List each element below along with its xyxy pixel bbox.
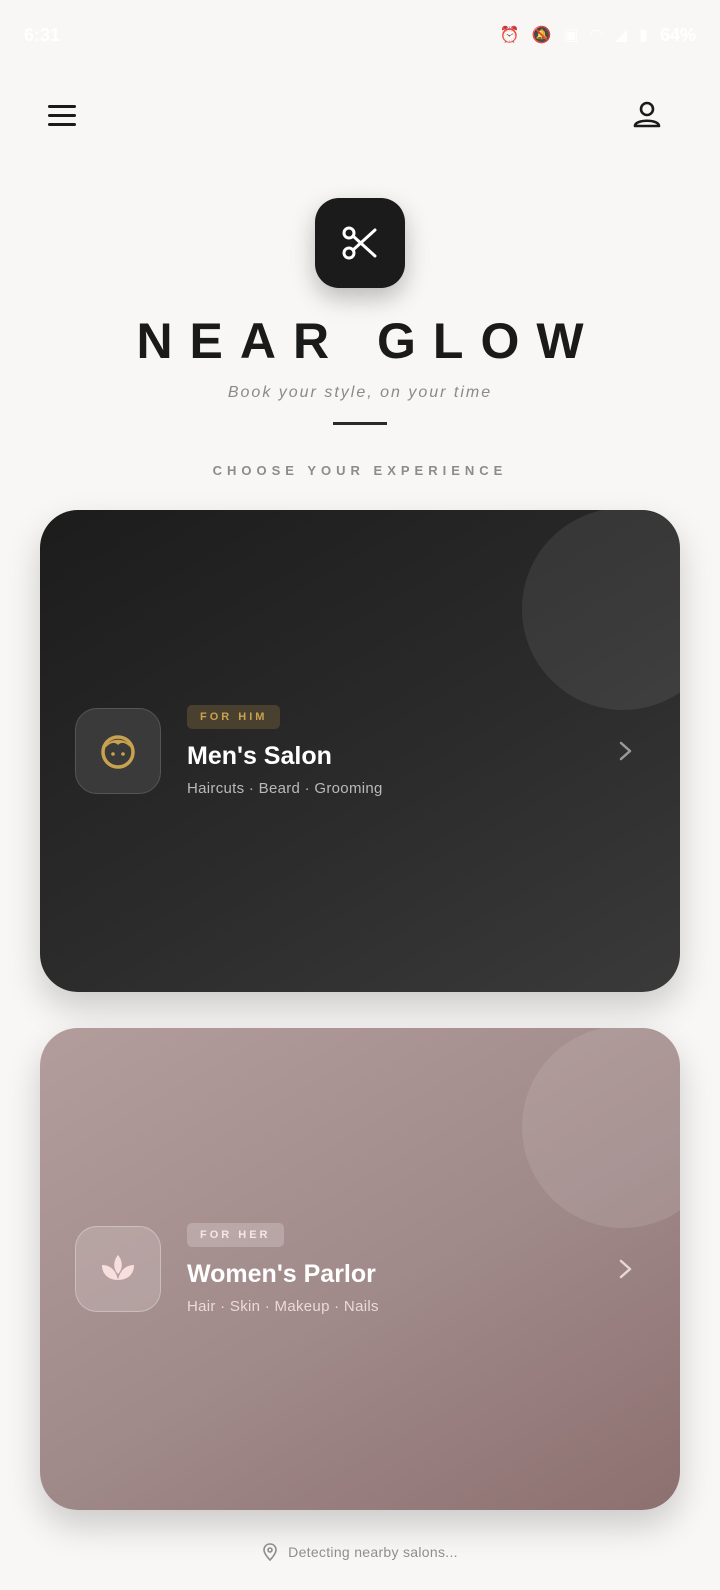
home-screen: 6:31 ⏰ 🔕 ▣ ◠ ◢ ▮ 64% NEAR GLOW Book your…: [0, 0, 720, 1590]
womens-parlor-card[interactable]: FOR HER Women's Parlor Hair · Skin · Mak…: [40, 1028, 680, 1510]
app-name: NEAR GLOW: [136, 313, 601, 369]
chevron-right-icon: [619, 741, 632, 761]
signal-icon: ◢: [614, 27, 628, 44]
app-tagline: Book your style, on your time: [227, 384, 493, 401]
app-logo: [315, 198, 405, 288]
decorative-circle: [522, 510, 680, 710]
hamburger-menu-icon[interactable]: [48, 98, 82, 132]
location-status-text: Detecting nearby salons...: [288, 1544, 458, 1560]
card-subtitle: Haircuts · Beard · Grooming: [187, 780, 383, 797]
card-subtitle: Hair · Skin · Makeup · Nails: [187, 1298, 379, 1315]
mens-icon-box: [75, 708, 161, 794]
status-icons: ⏰ 🔕 ▣ ◠ ◢ ▮ 64%: [500, 25, 696, 46]
card-tag: FOR HER: [187, 1223, 284, 1247]
person-icon[interactable]: [630, 98, 664, 132]
lotus-icon: [102, 1255, 134, 1280]
section-label: CHOOSE YOUR EXPERIENCE: [212, 463, 508, 478]
chevron-right-icon: [619, 1259, 632, 1279]
decorative-circle: [522, 1028, 680, 1228]
title-divider: [333, 422, 387, 425]
battery-percent: 64%: [659, 24, 696, 45]
location-pin-icon: [263, 1543, 277, 1561]
mute-icon: 🔕: [531, 27, 552, 44]
card-tag: FOR HIM: [187, 705, 281, 729]
status-bar: 6:31 ⏰ 🔕 ▣ ◠ ◢ ▮ 64%: [0, 0, 720, 70]
face-icon: [101, 735, 135, 769]
mens-salon-card[interactable]: FOR HIM Men's Salon Haircuts · Beard · G…: [40, 510, 680, 992]
womens-icon-box: [75, 1226, 161, 1312]
alarm-icon: ⏰: [499, 27, 520, 44]
status-time: 6:31: [24, 24, 61, 45]
card-title: Men's Salon: [187, 742, 332, 770]
no-sim-icon: ▣: [563, 27, 579, 44]
card-title: Women's Parlor: [187, 1260, 376, 1288]
location-status: Detecting nearby salons...: [0, 1543, 720, 1561]
battery-icon: ▮: [639, 27, 648, 44]
scissors-icon: [342, 226, 377, 260]
wifi-icon: ◠: [590, 27, 603, 44]
